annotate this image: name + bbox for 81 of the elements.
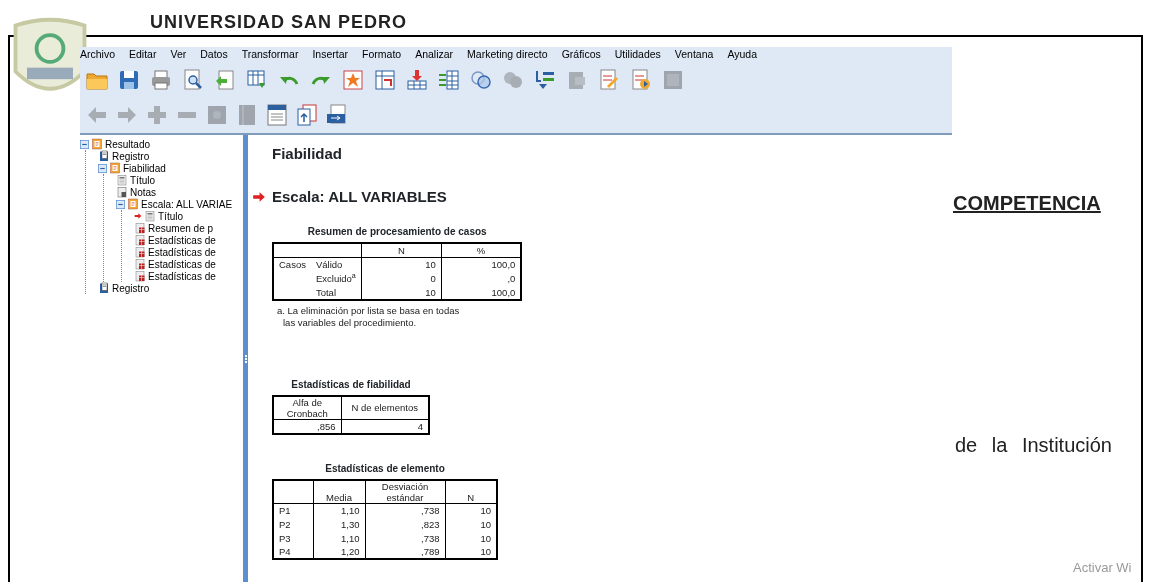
table-cell: 1,20	[313, 545, 365, 559]
log-book-icon	[98, 282, 110, 294]
table-cell: 0	[361, 271, 442, 286]
table-cell: 100,0	[441, 257, 522, 272]
table-cell: 10	[361, 285, 442, 300]
star-table-icon[interactable]	[340, 67, 366, 93]
document-pages-icon[interactable]	[294, 102, 320, 128]
table-cell: 4	[341, 419, 429, 434]
menu-item[interactable]: Transformar	[241, 47, 306, 63]
table-page-icon	[134, 246, 146, 258]
table-page-icon	[134, 270, 146, 282]
expander-icon[interactable]	[98, 163, 107, 173]
menu-item[interactable]: Gráficos	[561, 47, 608, 63]
body-text: de la Institución	[955, 433, 1112, 458]
menu-item[interactable]: Marketing directo	[467, 47, 555, 63]
table-cell: N	[361, 243, 442, 258]
menu-item[interactable]: Ver	[170, 47, 194, 63]
menu-item[interactable]: Insertar	[312, 47, 356, 63]
table-cell: 10	[445, 545, 497, 559]
table-title: Estadísticas de fiabilidad	[290, 377, 412, 392]
table-page-icon	[134, 234, 146, 246]
document-heading: UNIVERSIDAD SAN PEDRO	[150, 12, 408, 32]
table-page-icon	[134, 222, 146, 234]
table-cell: ,738	[365, 531, 445, 545]
heading-book-icon	[127, 198, 139, 210]
table-cell: Alfa de Cronbach	[273, 395, 341, 419]
table-cell: 10	[361, 257, 442, 272]
table-title: Resumen de procesamiento de casos	[306, 225, 488, 239]
table-cell: N	[445, 479, 497, 503]
menu-item[interactable]: Ayuda	[727, 47, 764, 63]
table-cell: P4	[273, 545, 313, 559]
section-title: COMPETENCIA	[953, 191, 1101, 216]
table-cell: P1	[273, 503, 313, 517]
table-cell: ,0	[441, 271, 522, 286]
table-cell: 1,30	[313, 517, 365, 531]
list-table-icon[interactable]	[436, 67, 462, 93]
table-page-icon	[134, 258, 146, 270]
table-cell: Media	[313, 479, 365, 503]
table-cell: 10	[445, 503, 497, 517]
table-cell: Válido	[310, 257, 362, 272]
menu-item[interactable]: Formato	[362, 47, 409, 63]
table-cell: 1,10	[313, 531, 365, 545]
table-cell: %	[441, 243, 522, 258]
menu-item[interactable]: Utilidades	[614, 47, 668, 63]
menu-item[interactable]: Datos	[200, 47, 235, 63]
table-cell: ,738	[365, 503, 445, 517]
expander-icon[interactable]	[116, 199, 125, 209]
table-footnote: a. La eliminación por lista se basa en todas las variables del procedimiento.	[277, 304, 461, 329]
tree-item[interactable]: Registro	[112, 280, 150, 296]
table-cell: ,789	[365, 545, 445, 559]
log-book-icon	[98, 150, 110, 162]
import-arrow-icon[interactable]	[404, 67, 430, 93]
menu-item[interactable]: Editar	[129, 47, 164, 63]
title-page-icon	[116, 174, 128, 186]
table-cell: P2	[273, 517, 313, 531]
table-cell: N de elementos	[341, 395, 429, 419]
table-cell: Excluido$^{a}$	[310, 271, 362, 286]
notes-page-icon	[116, 186, 128, 198]
table-cell: P3	[273, 531, 313, 545]
output-title: Fiabilidad	[272, 144, 343, 164]
menu-item[interactable]: Archivo	[80, 47, 122, 63]
expander-icon[interactable]	[80, 139, 89, 149]
heading-book-icon	[109, 162, 121, 174]
table-cell: ,856	[273, 419, 341, 434]
table-title: Estadísticas de elemento	[324, 461, 446, 476]
menu-item[interactable]: Analizar	[415, 47, 461, 63]
table-cell: 1,10	[313, 503, 365, 517]
table-cell: Total	[310, 285, 362, 300]
menu-item[interactable]: Ventana	[674, 47, 721, 63]
output-subtitle: Escala: ALL VARIABLES	[272, 186, 447, 207]
title-page-icon[interactable]	[264, 102, 290, 128]
activation-notice: Activar Wi	[1073, 559, 1132, 577]
pivot-table-icon[interactable]	[372, 67, 398, 93]
title-page-icon	[144, 210, 156, 222]
table-cell: ,823	[365, 517, 445, 531]
table-cell: 10	[445, 517, 497, 531]
table-cell: 100,0	[441, 285, 522, 300]
table-cell: 10	[445, 531, 497, 545]
table-cell: Desviación estándar	[365, 479, 445, 503]
table-cell: Casos	[273, 257, 311, 300]
heading-book-icon	[91, 138, 103, 150]
